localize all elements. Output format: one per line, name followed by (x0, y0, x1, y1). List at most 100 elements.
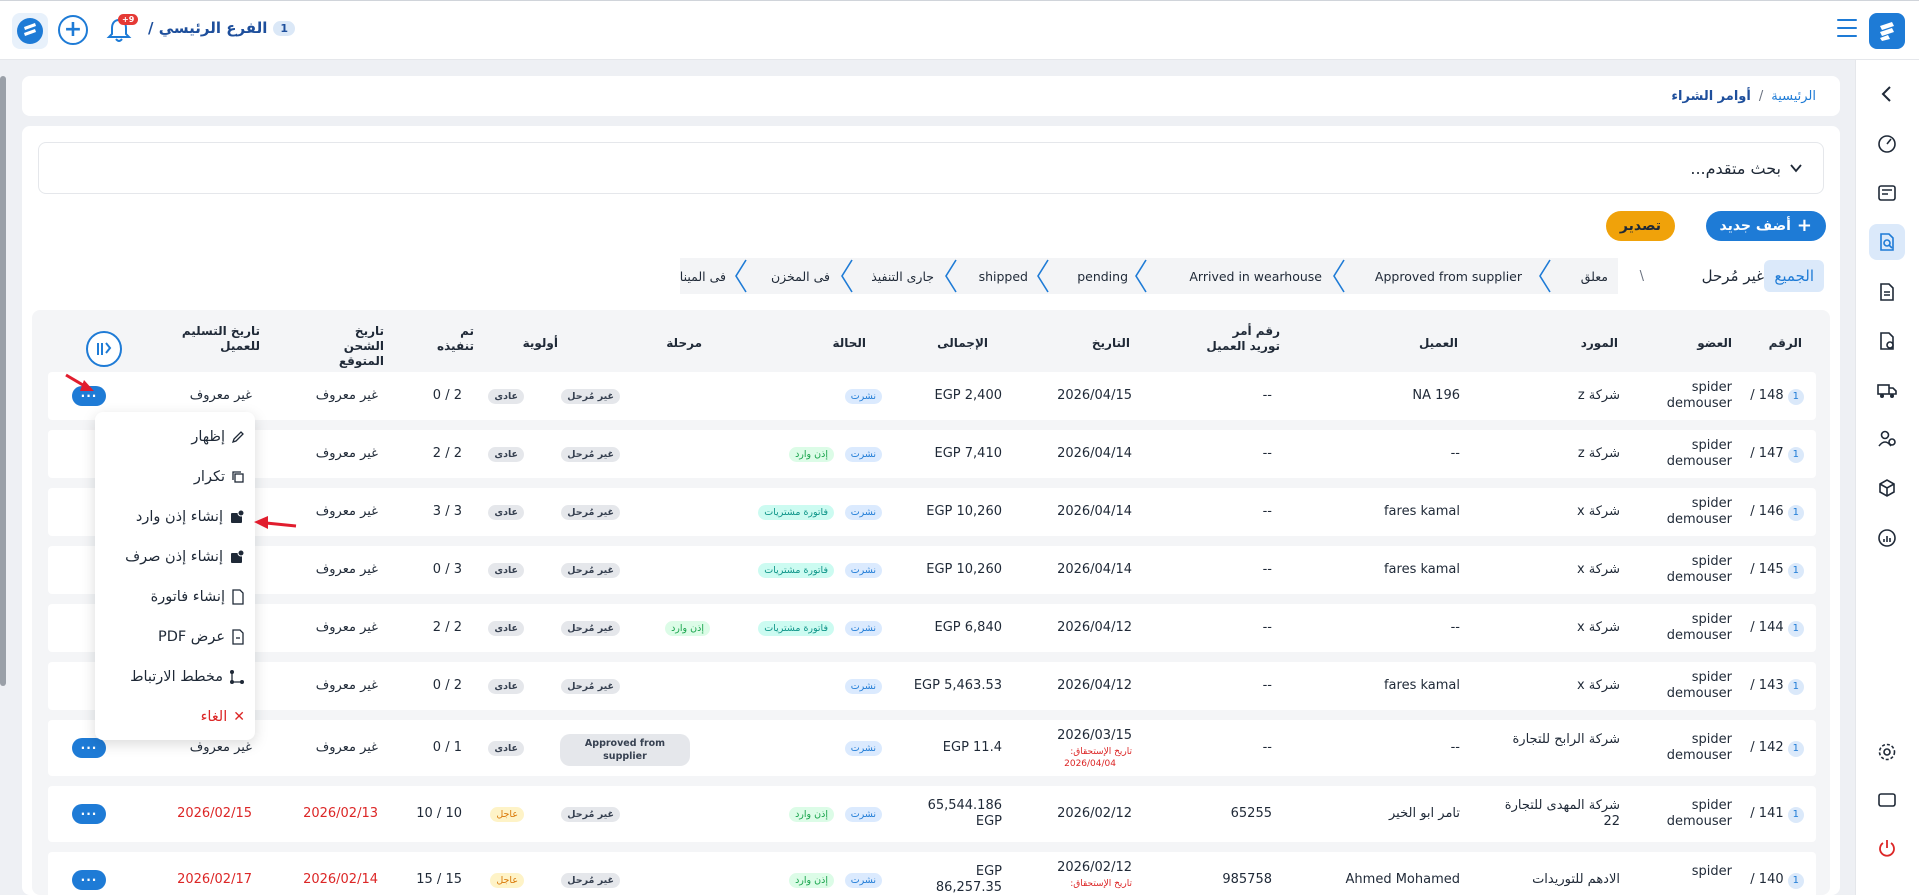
sales-doc-icon[interactable] (1869, 323, 1905, 359)
stage-badge: غير مُرحل (561, 563, 620, 578)
table-row[interactable]: 1142 / spider demouser شركة الرابح للتجارة… (48, 720, 1816, 776)
table-row[interactable]: 1144 / spider demouser شركة x -- -- 2026/04/1… (48, 604, 1816, 652)
table-row[interactable]: 1148 / spider demouser شركة z NA 196 -- 2026/… (48, 372, 1816, 420)
menu-toggle-icon[interactable] (1837, 19, 1857, 37)
table-row[interactable]: 1145 / spider demouser شركة x fares kamal --… (48, 546, 1816, 594)
logout-power-icon[interactable] (1869, 830, 1905, 866)
invoice-doc-icon[interactable] (1869, 274, 1905, 310)
row-number[interactable]: 1146 / (1750, 504, 1804, 521)
customers-icon[interactable] (1869, 421, 1905, 457)
col-number[interactable]: الرقم (1769, 336, 1802, 351)
col-supplier[interactable]: المورد (1581, 336, 1618, 351)
menu-item-create-invoice[interactable]: إنشاء فاتورة (151, 582, 245, 612)
col-executed[interactable]: تم تنفيذه (437, 324, 474, 354)
member-cell: spider demouser (1666, 438, 1732, 469)
row-number[interactable]: 1144 / (1750, 620, 1804, 637)
stage-step[interactable]: Arrived in wearhouse (1189, 258, 1322, 294)
export-button[interactable]: تصدير (1605, 211, 1675, 241)
breadcrumb-home-link[interactable]: الرئيسية (1771, 89, 1816, 104)
client-delivery-cell: 2026/02/17 (177, 872, 252, 887)
menu-item-cancel[interactable]: ✕ الغاء (201, 702, 245, 732)
filter-unposted-tab[interactable]: غير مُرحل (1702, 260, 1764, 292)
client-cell: fares kamal (1383, 562, 1460, 577)
table-row[interactable]: 1147 / spider demouser شركة z -- -- 2026/04/1… (48, 430, 1816, 478)
copy-icon (232, 471, 244, 483)
stage-step[interactable]: فى المخزن (771, 258, 830, 294)
supplier-cell: شركة x (1576, 504, 1620, 519)
client-po-cell: -- (1262, 740, 1272, 755)
page-scrollbar[interactable] (0, 76, 6, 686)
app-logo-icon[interactable] (1869, 13, 1905, 49)
row-more-button[interactable]: ··· (72, 804, 106, 824)
stage-step[interactable]: فى المينا (680, 258, 726, 294)
col-total[interactable]: الإجمالى (937, 336, 988, 351)
diagram-nodes-icon (230, 670, 244, 684)
dashboard-gauge-icon[interactable] (1869, 126, 1905, 162)
date-cell: 2026/02/12 (1057, 806, 1132, 821)
collapse-chevron-icon[interactable] (1869, 76, 1905, 112)
stage-step[interactable]: pending (1077, 258, 1128, 294)
purchases-search-icon[interactable] (1869, 224, 1905, 260)
shipping-truck-icon[interactable] (1869, 372, 1905, 408)
branch-name: الفرع الرئيسي / (148, 19, 268, 37)
menu-item-create-issue[interactable]: إنشاء إذن صرف (125, 542, 245, 572)
branch-chip: 1 (1787, 505, 1804, 521)
row-number[interactable]: 1148 / (1750, 388, 1804, 405)
table-row[interactable]: 1146 / spider demouser شركة x fares kamal --… (48, 488, 1816, 536)
top-bar: + +9 1 الفرع الرئيسي / (0, 0, 1919, 60)
col-status[interactable]: الحالة (832, 336, 866, 351)
menu-item-duplicate[interactable]: تكرار (194, 462, 245, 492)
reports-chart-icon[interactable] (1869, 520, 1905, 556)
row-number[interactable]: 1141 / (1750, 806, 1804, 823)
settings-gear-icon[interactable] (1869, 734, 1905, 770)
pos-register-icon[interactable] (1869, 175, 1905, 211)
executed-cell: 10 / 10 (416, 806, 462, 821)
status-badge: نشرت (844, 807, 882, 822)
column-settings-button[interactable] (86, 331, 122, 367)
col-priority[interactable]: أولوية (523, 336, 558, 351)
step-chevron-icon (1037, 259, 1049, 293)
col-client-po[interactable]: رقم أمر توريد العميل (1200, 324, 1280, 354)
stage-step[interactable]: جارى التنفيذ (871, 258, 934, 294)
stage-badge: Approved from supplier (560, 734, 690, 766)
menu-item-view-pdf[interactable]: عرض PDF (158, 622, 245, 652)
stage-badge: غير مُرحل (561, 505, 620, 520)
col-expected-ship[interactable]: تاريخ الشحن المتوقع (314, 324, 384, 369)
branch-selector[interactable]: 1 الفرع الرئيسي / (148, 19, 296, 37)
breadcrumb-current: أوامر الشراء (1671, 88, 1751, 104)
col-date[interactable]: التاريخ (1092, 336, 1130, 351)
row-number[interactable]: 1143 / (1750, 678, 1804, 695)
supplier-cell: شركة z (1577, 388, 1620, 403)
row-more-button[interactable]: ··· (72, 738, 106, 758)
row-number[interactable]: 1142 / (1750, 740, 1804, 757)
table-row[interactable]: 1143 / spider demouser شركة x fares kamal --… (48, 662, 1816, 710)
fullscreen-window-icon[interactable] (1869, 782, 1905, 818)
col-stage[interactable]: مرحلة (666, 336, 702, 351)
plus-icon: + (1796, 215, 1812, 236)
menu-item-create-receipt[interactable]: إنشاء إذن وارد (136, 502, 245, 532)
stage-step[interactable]: shipped (979, 258, 1028, 294)
stage-step[interactable]: Approved from supplier (1375, 258, 1522, 294)
table-row[interactable]: 1141 / spider demouser شركة المهدى للتجارة… (48, 786, 1816, 842)
col-member[interactable]: العضو (1697, 336, 1732, 351)
inventory-box-icon[interactable] (1869, 470, 1905, 506)
row-more-button[interactable]: ··· (72, 870, 106, 890)
quick-add-button[interactable]: + (58, 15, 88, 45)
status-badge: نشرت (844, 873, 882, 888)
document-tag: فاتورة مشتريات (758, 563, 834, 578)
stage-step[interactable]: معلق (1581, 258, 1608, 294)
filter-all-tab[interactable]: الجميع (1764, 260, 1824, 292)
total-cell: 65,544.186 EGP (927, 798, 1002, 829)
advanced-search-toggle[interactable]: بحث متقدم... (38, 142, 1824, 194)
workspace-logo-icon[interactable] (12, 13, 48, 49)
menu-item-relation-diagram[interactable]: مخطط الارتباط (130, 662, 245, 692)
row-number[interactable]: 1145 / (1750, 562, 1804, 579)
col-client-delivery[interactable]: تاريخ التسليم للعميل (180, 324, 260, 354)
add-new-button[interactable]: + أضف جديد (1705, 211, 1826, 241)
row-number[interactable]: 1140 / (1750, 872, 1804, 889)
supplier-cell: شركة المهدى للتجارة 22 (1504, 798, 1620, 829)
col-client[interactable]: العميل (1419, 336, 1458, 351)
table-row[interactable]: 1140 / spider الادهم للتوريدات Ahmed Mohame… (48, 852, 1816, 895)
menu-item-show[interactable]: إظهار (191, 422, 245, 452)
row-number[interactable]: 1147 / (1750, 446, 1804, 463)
